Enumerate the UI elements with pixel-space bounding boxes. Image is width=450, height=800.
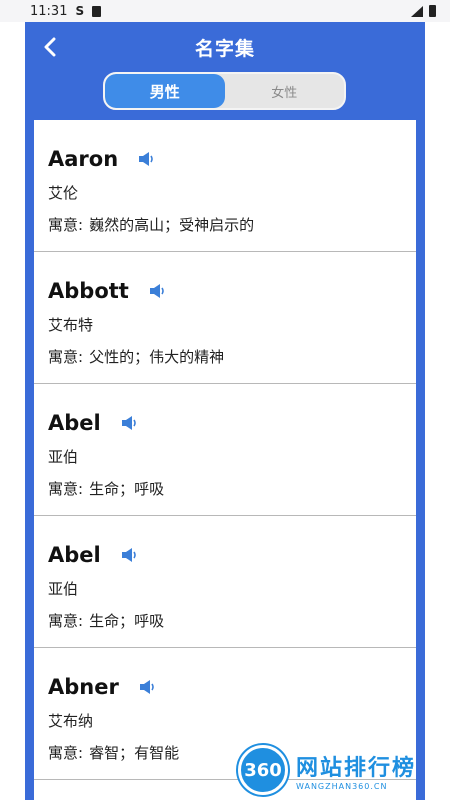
back-arrow-icon: [44, 37, 56, 57]
meaning-label: 寓意:: [48, 216, 84, 234]
meaning-label: 寓意:: [48, 744, 84, 762]
watermark-en-text: WANGZHAN360.CN: [296, 781, 388, 791]
meaning-text: 睿智；有智能: [89, 744, 180, 762]
watermark-cn-text: 网站排行榜: [296, 755, 417, 781]
speaker-icon[interactable]: [121, 547, 139, 563]
tab-female[interactable]: 女性: [225, 74, 345, 108]
english-name: Abbott: [48, 279, 129, 303]
name-meaning: 寓意: 巍然的高山；受神启示的: [48, 214, 416, 236]
english-name: Abel: [48, 543, 101, 567]
meaning-text: 父性的；伟大的精神: [89, 348, 225, 366]
back-button[interactable]: [37, 34, 63, 60]
name-list: Aaron 艾伦 寓意: 巍然的高山；受神启示的 Abbott 艾布特 寓意: …: [34, 120, 416, 800]
speaker-icon[interactable]: [139, 679, 157, 695]
watermark-logo: 360: [238, 745, 288, 795]
status-bar: 11:31 S: [0, 0, 450, 22]
english-name: Abel: [48, 411, 101, 435]
name-meaning: 寓意: 生命；呼吸: [48, 478, 416, 500]
english-name: Abner: [48, 675, 119, 699]
speaker-icon[interactable]: [149, 283, 167, 299]
meaning-text: 巍然的高山；受神启示的: [89, 216, 255, 234]
status-time: 11:31: [30, 3, 68, 19]
meaning-label: 寓意:: [48, 612, 84, 630]
watermark: 360 网站排行榜 WANGZHAN360.CN: [238, 740, 450, 800]
tab-male[interactable]: 男性: [105, 74, 225, 108]
meaning-label: 寓意:: [48, 348, 84, 366]
meaning-text: 生命；呼吸: [89, 480, 165, 498]
header-bar: 名字集: [25, 22, 425, 72]
meaning-label: 寓意:: [48, 480, 84, 498]
page-title: 名字集: [194, 37, 255, 60]
status-s-icon: S: [75, 4, 85, 18]
speaker-icon[interactable]: [138, 151, 156, 167]
meaning-text: 生命；呼吸: [89, 612, 165, 630]
list-item[interactable]: Abbott 艾布特 寓意: 父性的；伟大的精神: [34, 252, 416, 384]
chinese-name: 艾布特: [48, 316, 94, 334]
chinese-name: 亚伯: [48, 580, 79, 598]
speaker-icon[interactable]: [121, 415, 139, 431]
list-item[interactable]: Abel 亚伯 寓意: 生命；呼吸: [34, 516, 416, 648]
battery-icon: [429, 5, 436, 17]
english-name: Aaron: [48, 147, 119, 171]
name-meaning: 寓意: 父性的；伟大的精神: [48, 346, 416, 368]
sim-card-icon: [92, 5, 102, 17]
name-meaning: 寓意: 生命；呼吸: [48, 610, 416, 632]
signal-icon: [411, 5, 423, 17]
chinese-name: 艾布纳: [48, 712, 94, 730]
gender-segmented-control: 男性 女性: [103, 72, 346, 110]
chinese-name: 亚伯: [48, 448, 79, 466]
chinese-name: 艾伦: [48, 184, 79, 202]
list-item[interactable]: Abel 亚伯 寓意: 生命；呼吸: [34, 384, 416, 516]
list-item[interactable]: Aaron 艾伦 寓意: 巍然的高山；受神启示的: [34, 120, 416, 252]
